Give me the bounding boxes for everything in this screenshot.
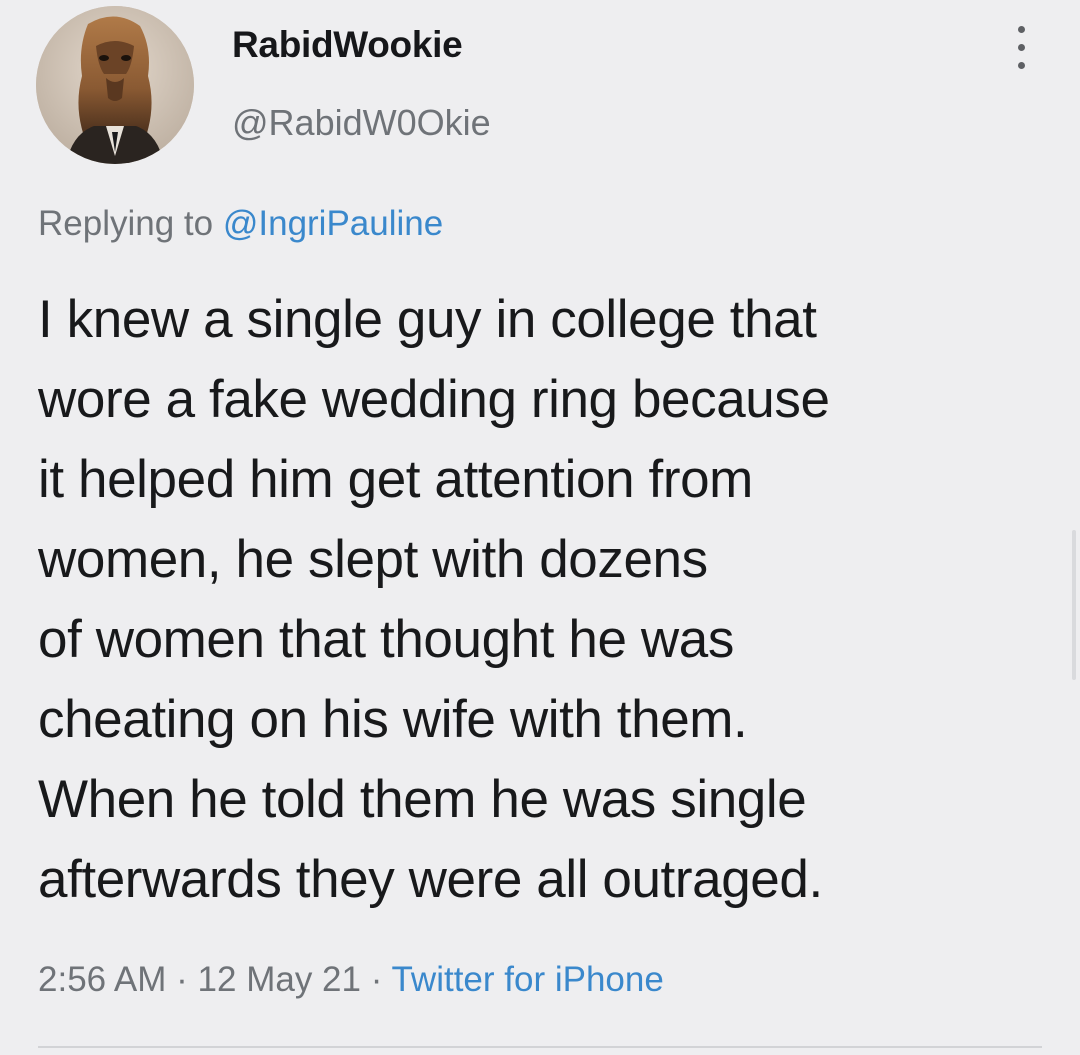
tweet-text-line: of women that thought he was (38, 610, 734, 669)
reply-mention-link[interactable]: @IngriPauline (223, 204, 443, 243)
tweet-text-line: I knew a single guy in college that (38, 290, 817, 349)
tweet-text-line: cheating on his wife with them. (38, 690, 748, 749)
tweet-time[interactable]: 2:56 AM (38, 960, 166, 999)
tweet-source-link[interactable]: Twitter for iPhone (391, 960, 663, 999)
replying-prefix: Replying to (38, 204, 214, 243)
user-handle[interactable]: @RabidW0Okie (232, 102, 491, 144)
more-vertical-icon (1018, 26, 1025, 33)
more-vertical-icon-dot (1018, 44, 1025, 51)
meta-separator: · (176, 960, 188, 999)
tweet-text-line: it helped him get attention from (38, 450, 753, 509)
scrollbar-thumb[interactable] (1072, 530, 1076, 680)
tweet-card: RabidWookie @RabidW0Okie Replying to @In… (0, 0, 1080, 1055)
more-options-button[interactable] (1004, 24, 1040, 72)
tweet-date[interactable]: 12 May 21 (198, 960, 361, 999)
tweet-text-line: afterwards they were all outraged. (38, 850, 823, 909)
meta-separator: · (370, 960, 383, 999)
tweet-text-line: When he told them he was single (38, 770, 807, 829)
more-vertical-icon-dot (1018, 62, 1025, 69)
avatar[interactable] (36, 6, 194, 164)
replying-to: Replying to @IngriPauline (38, 204, 443, 244)
tweet-meta: 2:56 AM · 12 May 21 · Twitter for iPhone (38, 960, 664, 1000)
display-name[interactable]: RabidWookie (232, 24, 463, 66)
tweet-text-line: wore a fake wedding ring because (38, 370, 830, 429)
divider (38, 1046, 1042, 1048)
tweet-text-line: women, he slept with dozens (38, 530, 708, 589)
wookiee-avatar-image (36, 6, 194, 164)
tweet-text: I knew a single guy in college that wore… (38, 280, 1048, 920)
